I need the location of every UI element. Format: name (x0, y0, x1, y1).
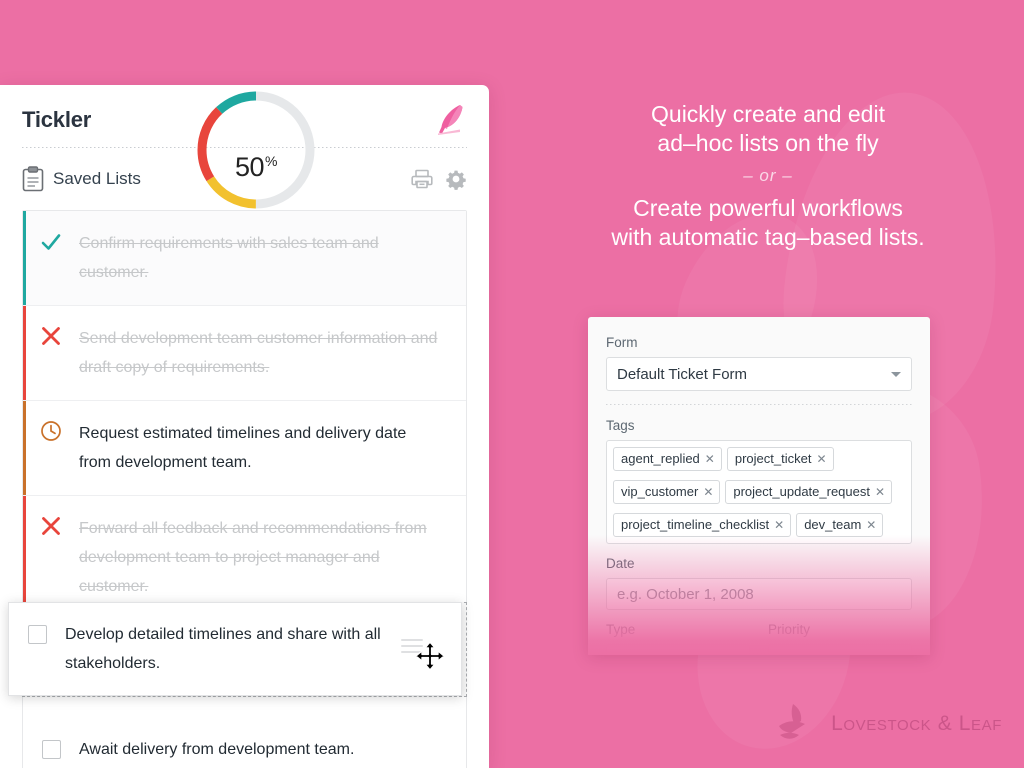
close-icon[interactable]: ✕ (703, 485, 713, 499)
lovestock-leaf-logo-icon (779, 704, 806, 739)
type-select[interactable]: Question (606, 644, 750, 655)
gauge-percent-unit: % (265, 153, 277, 169)
task-status-icon-wrap (23, 324, 79, 347)
feather-icon (438, 105, 463, 135)
close-icon[interactable]: ✕ (816, 452, 826, 466)
task-text: Forward all feedback and recommendations… (79, 520, 427, 595)
brand-footer: Lovestock & Leaf (773, 702, 1002, 746)
table-row[interactable]: Confirm requirements with sales team and… (23, 211, 466, 306)
saved-lists-label: Saved Lists (53, 169, 141, 188)
task-status-icon-wrap (23, 735, 79, 759)
list-item[interactable]: vip_customer ✕ (613, 480, 721, 504)
type-field-label: Type (606, 622, 636, 637)
tag-label: dev_team (804, 517, 862, 532)
task-status-icon-wrap (23, 229, 79, 254)
table-row[interactable]: Request estimated timelines and delivery… (23, 401, 466, 496)
priority-select[interactable]: Normal (768, 644, 912, 655)
gauge-percent-value: 50 (235, 152, 265, 182)
form-divider (606, 404, 912, 405)
task-checkbox[interactable] (27, 625, 47, 644)
priority-field-label: Priority (768, 622, 811, 637)
gauge-percent-label: 50% (156, 152, 356, 183)
task-accent-bar (23, 496, 26, 619)
saved-lists-button[interactable]: Saved Lists (22, 166, 141, 192)
type-priority-row: Type Question Priority Normal (606, 622, 912, 655)
tag-label: project_update_request (733, 484, 870, 499)
cross-icon[interactable] (40, 325, 62, 347)
tag-label: project_timeline_checklist (621, 517, 770, 532)
print-icon[interactable] (411, 168, 433, 190)
check-icon[interactable] (39, 230, 63, 254)
task-accent-bar (23, 401, 26, 495)
close-icon[interactable]: ✕ (774, 518, 784, 532)
completion-gauge: 50% (156, 86, 356, 216)
tag-label: agent_replied (621, 451, 700, 466)
tags-field-label: Tags (606, 418, 635, 433)
cross-icon[interactable] (40, 515, 62, 537)
task-text: Request estimated timelines and delivery… (79, 425, 407, 471)
clock-icon[interactable] (40, 420, 62, 442)
list-item[interactable]: project_update_request ✕ (725, 480, 893, 504)
list-item[interactable]: dev_team ✕ (796, 513, 884, 537)
gauge-donut-chart (197, 91, 315, 209)
toolbar-actions (411, 168, 467, 190)
date-placeholder: e.g. October 1, 2008 (617, 585, 754, 603)
list-item[interactable]: project_ticket ✕ (726, 447, 834, 471)
tags-input[interactable]: agent_replied ✕ project_ticket ✕ vip_custo… (606, 440, 912, 544)
priority-select-value: Normal (779, 652, 827, 656)
promo-line-1: Quickly create and edit (651, 101, 885, 127)
task-text: Await delivery from development team. (79, 741, 355, 758)
list-item[interactable]: project_timeline_checklist ✕ (613, 513, 792, 537)
task-accent-bar (23, 211, 26, 305)
tag-label: project_ticket (734, 451, 812, 466)
promo-line-3: Create powerful workflows (633, 195, 903, 221)
table-row[interactable]: Send development team customer informati… (23, 306, 466, 401)
close-icon[interactable]: ✕ (875, 485, 885, 499)
type-field: Type Question (606, 622, 750, 655)
form-field-label: Form (606, 335, 638, 350)
date-field-label: Date (606, 556, 635, 571)
close-icon[interactable]: ✕ (705, 452, 715, 466)
priority-field: Priority Normal (768, 622, 912, 655)
task-status-icon-wrap (23, 419, 79, 442)
tag-label: vip_customer (621, 484, 699, 499)
dragged-task-card[interactable]: Develop detailed timelines and share wit… (8, 602, 462, 696)
promo-copy: Quickly create and edit ad–hoc lists on … (512, 100, 1024, 252)
task-status-icon-wrap (23, 514, 79, 537)
form-select[interactable]: Default Ticket Form (606, 357, 912, 391)
promo-or-separator: – or – (743, 166, 793, 185)
form-select-value: Default Ticket Form (617, 365, 748, 383)
close-icon[interactable]: ✕ (866, 518, 876, 532)
task-text: Develop detailed timelines and share wit… (65, 626, 381, 672)
task-text: Send development team customer informati… (79, 330, 438, 376)
promo-line-2: ad–hoc lists on the fly (657, 130, 879, 156)
move-cursor-icon (415, 641, 445, 671)
task-accent-bar (23, 306, 26, 400)
task-checkbox[interactable] (41, 740, 61, 759)
chevron-down-icon (891, 372, 901, 377)
date-input[interactable]: e.g. October 1, 2008 (606, 578, 912, 610)
task-text: Confirm requirements with sales team and… (79, 235, 379, 281)
brand-name: Lovestock & Leaf (831, 712, 1002, 735)
task-status-icon-wrap (9, 620, 65, 644)
app-toolbar: Saved Lists 50% (0, 91, 489, 210)
list-item[interactable]: agent_replied ✕ (613, 447, 722, 471)
clipboard-icon (22, 166, 44, 192)
type-select-value: Question (617, 652, 677, 656)
table-row[interactable]: Await delivery from development team. (23, 717, 466, 768)
promo-line-4: with automatic tag–based lists. (611, 224, 925, 250)
ticket-form-card: Form Default Ticket Form Tags agent_repl… (588, 317, 930, 655)
gear-icon[interactable] (445, 168, 467, 190)
